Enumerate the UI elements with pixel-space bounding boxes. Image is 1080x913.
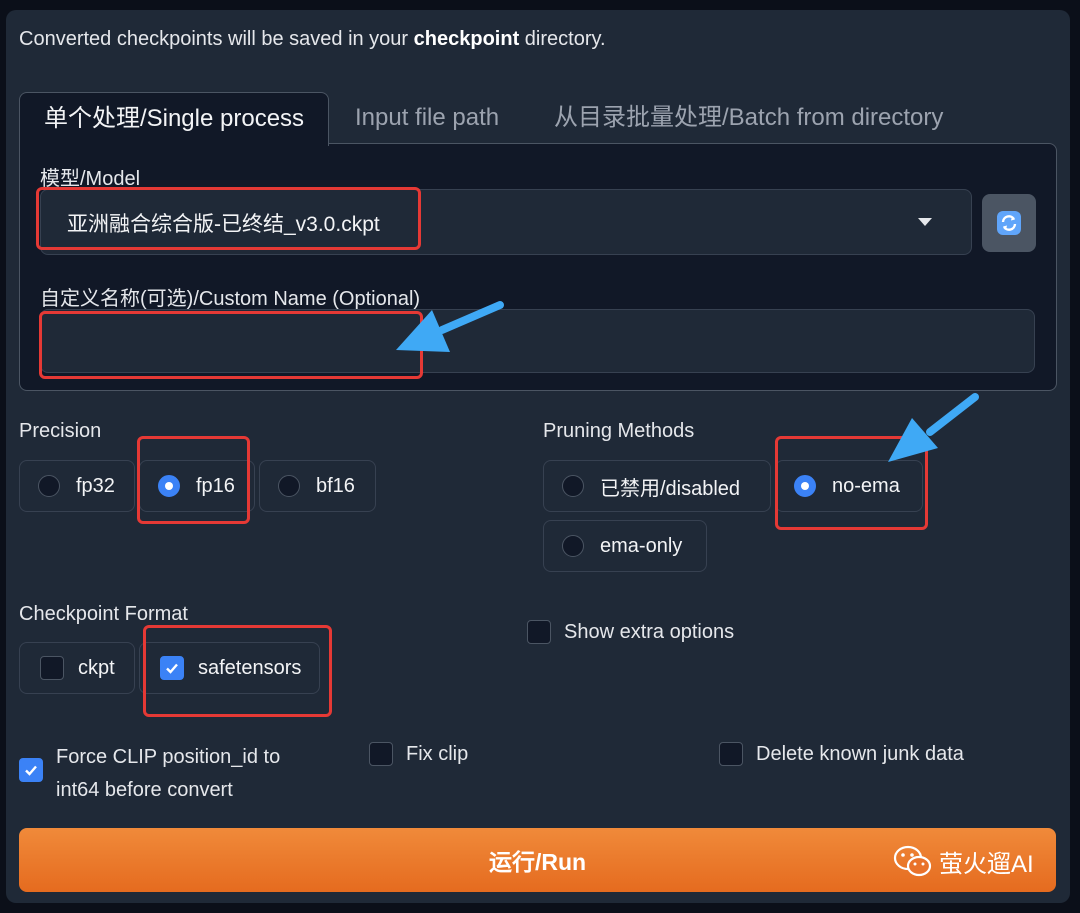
checkbox-unchecked bbox=[719, 742, 743, 766]
radio-selected bbox=[158, 475, 180, 497]
wechat-icon bbox=[893, 845, 932, 876]
option-label: ckpt bbox=[78, 656, 115, 679]
refresh-button[interactable] bbox=[982, 194, 1036, 252]
custom-name-input[interactable] bbox=[40, 309, 1035, 373]
option-label: bf16 bbox=[316, 474, 355, 497]
option-label: 已禁用/disabled bbox=[600, 477, 741, 500]
delete-junk-checkbox[interactable]: Delete known junk data bbox=[719, 742, 964, 766]
format-option-ckpt[interactable]: ckpt bbox=[19, 642, 135, 694]
option-label: fp16 bbox=[196, 474, 235, 497]
pruning-option-ema-only[interactable]: ema-only bbox=[543, 520, 707, 572]
model-dropdown-value: 亚洲融合综合版-已终结_v3.0.ckpt bbox=[67, 213, 380, 236]
tab-single-process[interactable]: 单个处理/Single process bbox=[19, 92, 329, 146]
option-label: Fix clip bbox=[406, 742, 469, 765]
precision-label: Precision bbox=[19, 420, 102, 442]
format-option-safetensors[interactable]: safetensors bbox=[139, 642, 320, 694]
run-button-label: 运行/Run bbox=[488, 849, 587, 875]
force-clip-label-line2: int64 before convert bbox=[56, 779, 233, 801]
model-dropdown[interactable]: 亚洲融合综合版-已终结_v3.0.ckpt bbox=[40, 189, 972, 255]
tab-batch-from-directory[interactable]: 从目录批量处理/Batch from directory bbox=[554, 92, 943, 144]
chevron-down-icon bbox=[918, 218, 932, 226]
precision-option-fp32[interactable]: fp32 bbox=[19, 460, 135, 512]
checkbox-checked bbox=[160, 656, 184, 680]
checkbox-unchecked bbox=[40, 656, 64, 680]
radio-selected bbox=[794, 475, 816, 497]
force-clip-label-line1: Force CLIP position_id to bbox=[56, 746, 281, 768]
checkbox-checked bbox=[19, 758, 43, 782]
watermark-text: 萤火遛AI bbox=[939, 851, 1034, 878]
option-label: Delete known junk data bbox=[756, 742, 964, 765]
custom-name-label: 自定义名称(可选)/Custom Name (Optional) bbox=[40, 288, 421, 310]
force-clip-checkbox[interactable] bbox=[19, 758, 43, 782]
pruning-option-disabled[interactable]: 已禁用/disabled bbox=[543, 460, 771, 512]
precision-option-bf16[interactable]: bf16 bbox=[259, 460, 376, 512]
model-label: 模型/Model bbox=[40, 168, 141, 190]
precision-option-fp16[interactable]: fp16 bbox=[139, 460, 255, 512]
option-label: ema-only bbox=[600, 534, 683, 557]
fix-clip-checkbox[interactable]: Fix clip bbox=[369, 742, 468, 766]
option-label: Show extra options bbox=[564, 620, 735, 643]
radio-unselected bbox=[38, 475, 60, 497]
radio-unselected bbox=[562, 475, 584, 497]
info-text: Converted checkpoints will be saved in y… bbox=[19, 28, 606, 50]
refresh-icon bbox=[997, 211, 1021, 235]
tab-input-file-path[interactable]: Input file path bbox=[355, 92, 499, 144]
checkbox-unchecked bbox=[369, 742, 393, 766]
watermark: 萤火遛AI bbox=[893, 844, 1034, 879]
option-label: no-ema bbox=[832, 474, 900, 497]
show-extra-options-checkbox[interactable]: Show extra options bbox=[527, 620, 734, 644]
force-clip-label: Force CLIP position_id to int64 before c… bbox=[56, 741, 280, 807]
option-label: fp32 bbox=[76, 474, 115, 497]
option-label: safetensors bbox=[198, 656, 302, 679]
checkmark-icon bbox=[25, 765, 37, 776]
checkpoint-format-label: Checkpoint Format bbox=[19, 603, 188, 625]
checkbox-unchecked bbox=[527, 620, 551, 644]
checkmark-icon bbox=[166, 663, 178, 674]
pruning-option-no-ema[interactable]: no-ema bbox=[775, 460, 923, 512]
radio-unselected bbox=[278, 475, 300, 497]
pruning-label: Pruning Methods bbox=[543, 420, 695, 442]
radio-unselected bbox=[562, 535, 584, 557]
